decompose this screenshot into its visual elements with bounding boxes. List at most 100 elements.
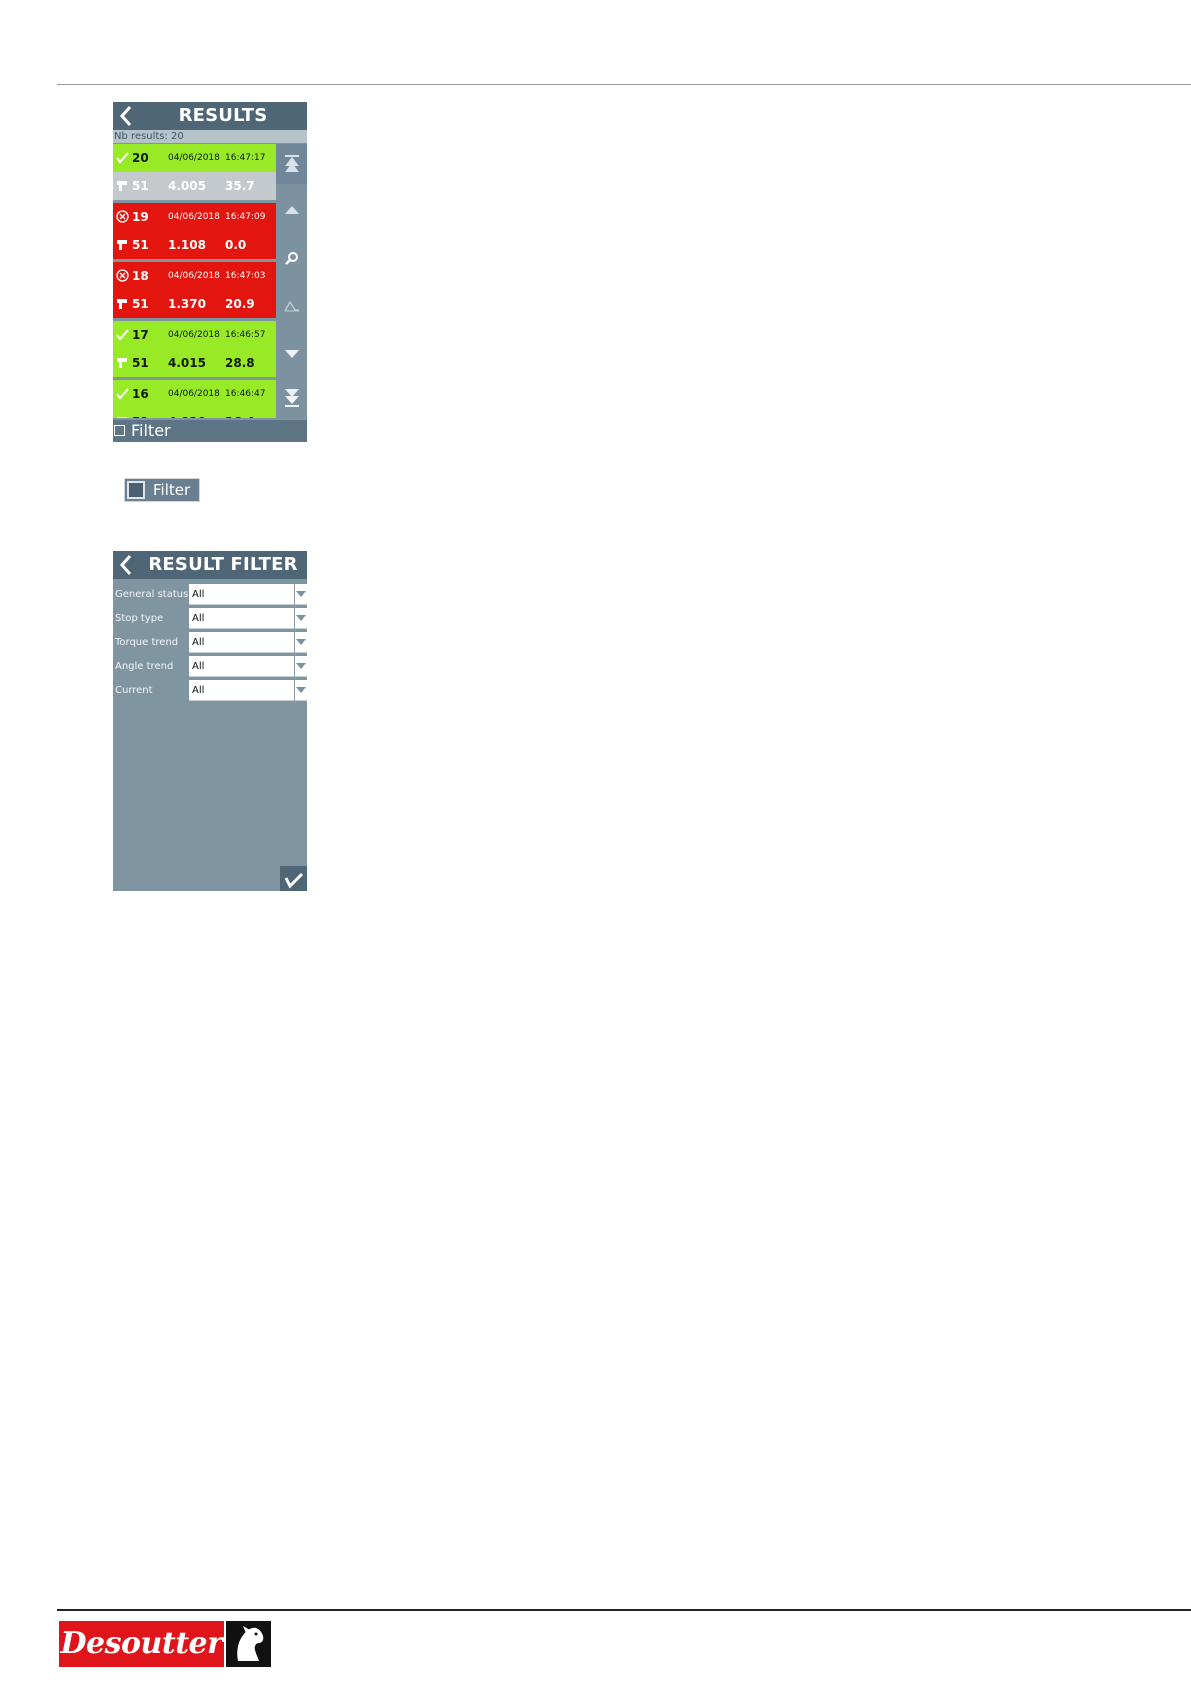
result-row-17[interactable]: 17 04/06/2018 16:46:57 51 4.015 28.8	[113, 321, 276, 377]
results-title-bar: RESULTS	[113, 102, 307, 130]
filter-torque-trend: Torque trend All	[113, 631, 307, 654]
filter-general-status: General status All	[113, 583, 307, 606]
result-date: 04/06/2018	[168, 330, 220, 340]
scroll-up-icon	[284, 206, 299, 214]
result-angle: 26.4	[225, 408, 255, 418]
check-icon	[116, 388, 129, 400]
filter-angle-trend: Angle trend All	[113, 655, 307, 678]
result-number: 18	[132, 269, 149, 283]
result-angle: 35.7	[225, 179, 255, 193]
tool-icon	[117, 240, 127, 250]
filter-value: All	[192, 589, 205, 600]
dropdown-arrow-icon[interactable]	[296, 662, 306, 670]
scroll-top-icon	[284, 155, 299, 172]
filter-value: All	[192, 613, 205, 624]
confirm-button[interactable]	[280, 866, 307, 891]
separator	[294, 680, 295, 701]
curve-icon	[283, 300, 299, 312]
back-button[interactable]	[117, 102, 139, 130]
result-row-18[interactable]: 18 04/06/2018 16:47:03 51 1.370 20.9	[113, 262, 276, 318]
filter-button[interactable]: Filter	[124, 478, 200, 502]
result-time: 16:47:09	[225, 212, 266, 222]
result-row-16[interactable]: 16 04/06/2018 16:46:47 51 4.020 26.4	[113, 380, 276, 418]
scroll-down-button[interactable]	[276, 334, 307, 374]
filter-select[interactable]: All	[189, 680, 307, 701]
filter-label: General status	[115, 589, 189, 600]
result-angle: 28.8	[225, 356, 255, 370]
filter-stop-type: Stop type All	[113, 607, 307, 630]
filter-toggle-label: Filter	[131, 421, 171, 440]
separator	[294, 656, 295, 677]
results-side-toolbar	[276, 144, 307, 418]
result-torque: 1.108	[168, 238, 206, 252]
filter-title: RESULT FILTER	[148, 554, 298, 575]
curve-button[interactable]	[276, 286, 307, 326]
result-tool: 51	[132, 297, 149, 311]
dropdown-arrow-icon[interactable]	[296, 614, 306, 622]
result-torque: 4.015	[168, 356, 206, 370]
result-date: 04/06/2018	[168, 271, 220, 281]
back-button[interactable]	[117, 551, 139, 579]
filter-select[interactable]: All	[189, 656, 307, 677]
chevron-left-icon	[119, 555, 132, 575]
result-angle: 20.9	[225, 297, 255, 311]
horse-head-icon	[226, 1621, 271, 1667]
scroll-bottom-button[interactable]	[276, 378, 307, 418]
result-tool: 51	[132, 408, 149, 418]
result-number: 17	[132, 328, 149, 342]
search-button[interactable]	[276, 238, 307, 278]
dropdown-arrow-icon[interactable]	[296, 686, 306, 694]
scroll-top-button[interactable]	[276, 144, 307, 184]
separator	[294, 584, 295, 605]
filter-select[interactable]: All	[189, 584, 307, 605]
separator	[294, 608, 295, 629]
filter-current: Current All	[113, 679, 307, 702]
filter-title-bar: RESULT FILTER	[113, 551, 307, 579]
result-torque: 4.020	[168, 408, 206, 418]
check-icon	[284, 872, 304, 889]
result-number: 20	[132, 151, 149, 165]
results-count: Nb results: 20	[113, 130, 307, 143]
scroll-down-icon	[284, 350, 299, 358]
result-date: 04/06/2018	[168, 212, 220, 222]
error-circle-icon	[116, 210, 129, 223]
filter-select[interactable]: All	[189, 632, 307, 653]
filter-label: Current	[115, 685, 153, 696]
result-filter-screen: RESULT FILTER General status All Stop ty…	[113, 551, 307, 891]
dropdown-arrow-icon[interactable]	[296, 638, 306, 646]
result-date: 04/06/2018	[168, 389, 220, 399]
logo-wordmark: Desoutter	[59, 1621, 224, 1667]
result-tool: 51	[132, 179, 149, 193]
filter-button-checkbox[interactable]	[127, 481, 145, 499]
scroll-bottom-icon	[284, 389, 299, 407]
filter-value: All	[192, 661, 205, 672]
filter-value: All	[192, 637, 205, 648]
scroll-up-button[interactable]	[276, 190, 307, 230]
result-angle: 0.0	[225, 238, 247, 252]
result-time: 16:47:03	[225, 271, 266, 281]
result-number: 19	[132, 210, 149, 224]
filter-toggle[interactable]: Filter	[113, 420, 307, 442]
desoutter-logo: Desoutter	[59, 1621, 271, 1667]
filter-checkbox[interactable]	[114, 425, 125, 436]
result-row-19[interactable]: 19 04/06/2018 16:47:09 51 1.108 0.0	[113, 203, 276, 259]
footer-rule	[57, 1609, 1191, 1611]
result-tool: 51	[132, 238, 149, 252]
error-circle-icon	[116, 269, 129, 282]
tool-icon	[117, 358, 127, 368]
result-number: 16	[132, 387, 149, 401]
dropdown-arrow-icon[interactable]	[296, 590, 306, 598]
filter-label: Stop type	[115, 613, 164, 624]
result-row-20[interactable]: 20 04/06/2018 16:47:17 51 4.005 35.7	[113, 144, 276, 200]
filter-label: Angle trend	[115, 661, 174, 672]
result-date: 04/06/2018	[168, 153, 220, 163]
tool-icon	[117, 417, 127, 418]
check-icon	[116, 329, 129, 341]
chevron-left-icon	[119, 106, 132, 126]
result-time: 16:46:57	[225, 330, 266, 340]
result-torque: 1.370	[168, 297, 206, 311]
results-title: RESULTS	[178, 105, 268, 126]
result-time: 16:47:17	[225, 153, 266, 163]
result-torque: 4.005	[168, 179, 206, 193]
filter-select[interactable]: All	[189, 608, 307, 629]
